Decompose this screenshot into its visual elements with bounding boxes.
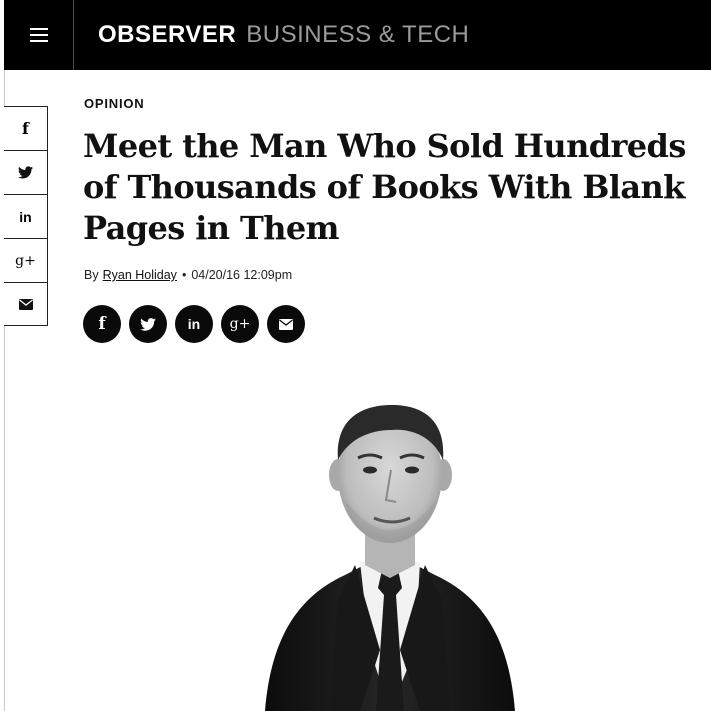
byline-prefix: By — [84, 268, 99, 282]
linkedin-icon: in — [187, 316, 201, 332]
share-googleplus-button[interactable]: g+ — [221, 305, 259, 343]
sidebar-share-twitter[interactable] — [4, 151, 47, 195]
sidebar-share-googleplus[interactable]: g+ — [4, 239, 47, 283]
google-plus-icon: g+ — [15, 252, 36, 269]
hamburger-menu-icon — [29, 28, 48, 42]
sidebar-share-email[interactable] — [4, 283, 47, 325]
share-buttons-row: f in g+ — [83, 305, 305, 343]
site-brand[interactable]: OBSERVER BUSINESS & TECH — [98, 21, 469, 49]
site-header: OBSERVER BUSINESS & TECH — [4, 0, 711, 70]
hero-image — [265, 405, 515, 711]
facebook-icon: f — [22, 119, 29, 138]
publish-date: 04/20/16 12:09pm — [191, 268, 293, 282]
article-category[interactable]: OPINION — [84, 96, 145, 111]
brand-name: OBSERVER — [98, 21, 237, 48]
author-link[interactable]: Ryan Holiday — [103, 268, 177, 282]
byline: By Ryan Holiday • 04/20/16 12:09pm — [84, 268, 292, 282]
linkedin-icon: in — [19, 208, 32, 225]
article-headline: Meet the Man Who Sold Hundreds of Thousa… — [83, 127, 686, 247]
menu-button[interactable] — [4, 0, 74, 70]
sidebar-share-facebook[interactable]: f — [4, 107, 47, 151]
twitter-icon — [18, 166, 33, 179]
share-email-button[interactable] — [267, 305, 305, 343]
share-linkedin-button[interactable]: in — [175, 305, 213, 343]
facebook-icon: f — [98, 314, 106, 334]
sidebar-share-linkedin[interactable]: in — [4, 195, 47, 239]
share-facebook-button[interactable]: f — [83, 305, 121, 343]
brand-section: BUSINESS & TECH — [246, 21, 470, 48]
twitter-icon — [140, 317, 156, 331]
email-icon — [18, 298, 33, 310]
share-sidebar: f in g+ — [4, 106, 48, 326]
byline-separator: • — [181, 268, 187, 282]
email-icon — [279, 318, 293, 330]
share-twitter-button[interactable] — [129, 305, 167, 343]
google-plus-icon: g+ — [229, 316, 251, 332]
